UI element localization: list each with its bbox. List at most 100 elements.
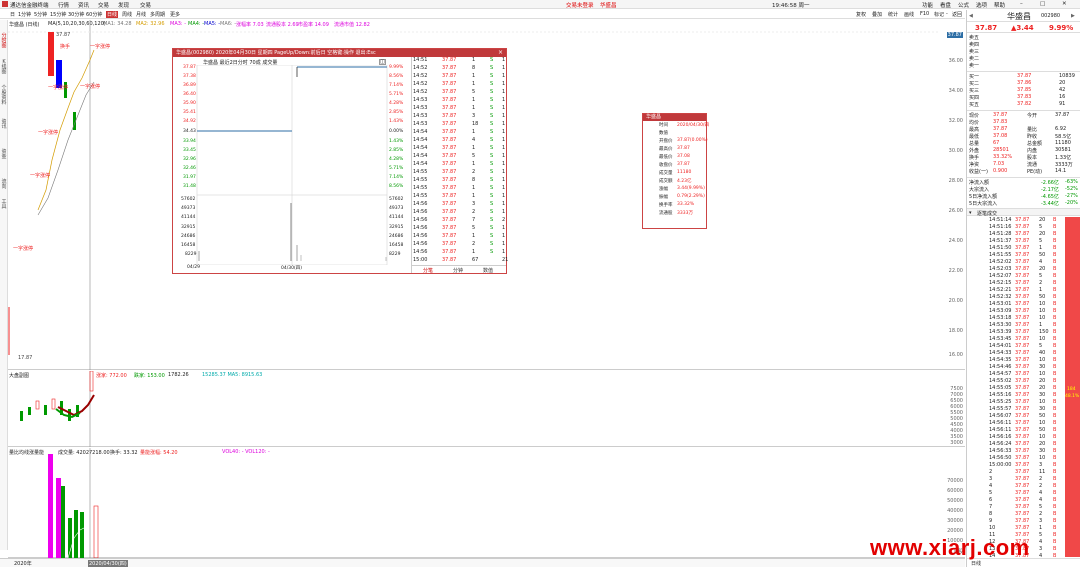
trade-price: 37.87 (1015, 441, 1030, 447)
menu-gs[interactable]: 公式 (958, 1, 969, 9)
flow-pct: -63% (1065, 179, 1078, 185)
sidebar-tab-kline[interactable]: K线图 (0, 60, 8, 75)
next-stock-icon[interactable]: ▶ (1071, 13, 1075, 19)
popup-close-icon[interactable]: × (498, 49, 503, 56)
menu-help[interactable]: 帮助 (994, 1, 1005, 9)
trade-time: 14:53:18 (989, 315, 1012, 321)
tick-list[interactable]: 14:51 37.87 1 S 1 14:52 37.87 8 S 1 14:52 37.87 1 S 1 1… (411, 57, 508, 273)
left-sidebar: 分时图 K线图 个股资料 资讯 资金 流向 工具 (0, 20, 8, 550)
flow-label: 净流入额 (969, 180, 990, 186)
trades-toggle-icon[interactable]: ▾ (969, 210, 972, 216)
trade-dir: B (1053, 294, 1057, 300)
tick-cell: S (490, 137, 494, 143)
sidebar-tab-f10[interactable]: 个股资料 (0, 86, 8, 106)
sub-chart-volume[interactable]: 量比均线涨量能 成交量: 42027218.00 换手: 33.32 量能涨幅:… (8, 448, 965, 558)
period-tab-3[interactable]: 15分钟 (50, 11, 66, 18)
period-tab-4[interactable]: 30分钟 (68, 11, 84, 18)
back-button[interactable]: 返回 (952, 11, 962, 18)
mark-button[interactable]: 标记 (934, 11, 944, 18)
trade-price: 37.87 (1015, 294, 1030, 300)
menu-func[interactable]: 功能 (922, 1, 933, 9)
tick-cell: 8 (472, 65, 476, 71)
tick-cell: 1 (502, 129, 506, 135)
menu-xx[interactable]: 选项 (976, 1, 987, 9)
tick-cell: 37.87 (442, 201, 457, 207)
menu-jy[interactable]: 交易 (98, 1, 109, 9)
prev-stock-icon[interactable]: ◀ (969, 13, 973, 19)
menu-jy2[interactable]: 交易 (140, 1, 151, 9)
intraday-popup[interactable]: 华盛昌(002980) 2020年04月30日 星期四 PageUp/Down:… (172, 48, 508, 274)
tick-cell: 1 (472, 233, 476, 239)
period-tab-6[interactable]: 日线 (106, 11, 119, 18)
sidebar-tab-fund[interactable]: 资金 (0, 150, 8, 160)
panel-footer-tab[interactable]: 日线 (971, 560, 981, 567)
trade-dir: B (1053, 525, 1057, 531)
menu-fx[interactable]: 发现 (118, 1, 129, 9)
period-tab-2[interactable]: 5分钟 (34, 11, 47, 18)
stat-val: 37.08 (993, 133, 1008, 139)
menu-kp[interactable]: 看盘 (940, 1, 951, 9)
tick-cell: 1 (472, 129, 476, 135)
sidebar-tab-tools[interactable]: 工具 (0, 200, 8, 210)
tick-cell: 37.87 (442, 145, 457, 151)
tab-shuzhi[interactable]: 数值 (483, 267, 493, 274)
tick-cell: 37.87 (442, 209, 457, 215)
close-icon[interactable]: ✕ (1062, 1, 1067, 7)
trade-vol: 20 (1039, 217, 1046, 223)
tab-fenbi[interactable]: 分笔 (423, 267, 433, 274)
f10-button[interactable]: F10 (920, 11, 929, 17)
trades-header[interactable]: ▾ 逐笔成交 (967, 208, 1080, 217)
popup-date-1: 04/30(四) (281, 266, 302, 271)
tick-cell: S (490, 89, 494, 95)
trade-row: 14:56:24 37.87 20 B (967, 441, 1059, 448)
sidebar-tab-news[interactable]: 资讯 (0, 120, 8, 130)
flow-row: 大宗流入 -2.17亿 -52% (967, 186, 1080, 193)
sidebar-tab-flow[interactable]: 流向 (0, 180, 8, 190)
trade-price: 37.87 (1015, 238, 1030, 244)
minimize-icon[interactable]: – (1020, 1, 1023, 7)
overlay-button[interactable]: 叠加 (872, 11, 882, 18)
trade-time: 14:53:01 (989, 301, 1012, 307)
trade-login-link[interactable]: 交易未登录 (566, 1, 594, 9)
period-tab-1[interactable]: 1分钟 (18, 11, 31, 18)
menu-hq[interactable]: 行情 (58, 1, 69, 9)
period-tab-5[interactable]: 60分钟 (86, 11, 102, 18)
info-title: 华盛昌 (643, 114, 706, 121)
stats-button[interactable]: 统计 (888, 11, 898, 18)
tick-cell: 14:54 (413, 137, 428, 143)
trade-time: 6 (989, 497, 993, 503)
info-key: 最低价 (659, 155, 673, 160)
period-tab-10[interactable]: 更多 (170, 11, 180, 18)
trade-price: 37.87 (1015, 329, 1030, 335)
period-tab-8[interactable]: 月线 (136, 11, 146, 18)
stat-row: 换手 33.32% 股本 1.33亿 (967, 154, 1080, 161)
tick-cell: 8 (472, 177, 476, 183)
trade-vol: 4 (1039, 539, 1043, 545)
draw-button[interactable]: 画线 (904, 11, 914, 18)
trade-vol: 30 (1039, 406, 1046, 412)
menu-zx[interactable]: 资讯 (78, 1, 89, 9)
period-tab-7[interactable]: 周线 (122, 11, 132, 18)
trade-time: 9 (989, 518, 993, 524)
stat-row: 最低 37.08 昨收 58.5亿 (967, 133, 1080, 140)
tick-cell: 15:00 (413, 257, 428, 263)
maximize-icon[interactable]: □ (1040, 1, 1045, 7)
trade-row: 14:55:05 37.87 20 B (967, 385, 1059, 392)
tick-row: 14:54 37.87 1 S 1 (412, 145, 507, 153)
trade-price: 37.87 (1015, 427, 1030, 433)
fuquan-button[interactable]: 复权 (856, 11, 866, 18)
period-tab-9[interactable]: 多周期 (150, 11, 165, 18)
trade-vol: 30 (1039, 448, 1046, 454)
sub-chart-market[interactable]: 大盘副图 涨家: 772.00 跌家: 153.00 1782.26 15285… (8, 371, 965, 447)
trade-row: 14:56:50 37.87 10 B (967, 455, 1059, 462)
stock-title-link[interactable]: 华盛昌 (600, 1, 617, 9)
trade-price: 37.87 (1015, 511, 1030, 517)
sidebar-tab-quote[interactable]: 分时图 (0, 34, 8, 49)
tick-cell: 3 (472, 113, 476, 119)
trade-time: 8 (989, 511, 993, 517)
period-tab-0[interactable]: 日 (10, 11, 15, 18)
tick-cell: 1 (472, 57, 476, 63)
tab-fenzhong[interactable]: 分钟 (453, 267, 463, 274)
info-key: 数值 (659, 131, 668, 136)
dash-button[interactable]: - (946, 11, 948, 17)
